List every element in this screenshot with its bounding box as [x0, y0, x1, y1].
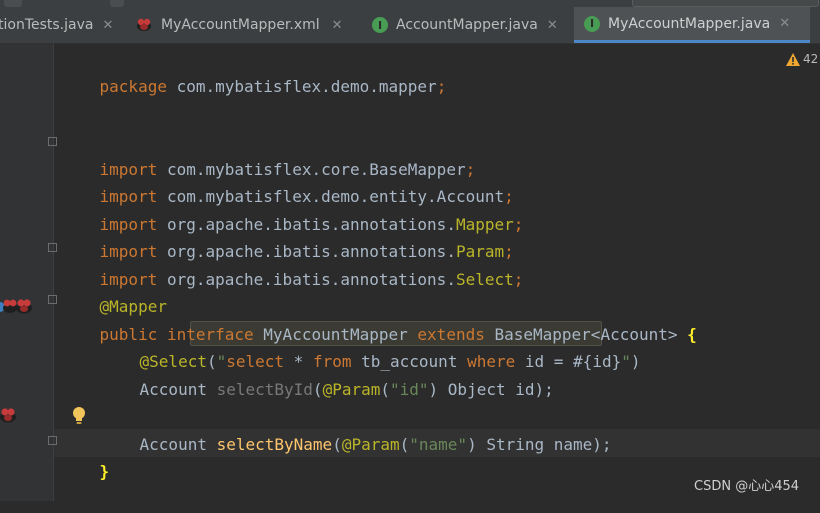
toolbar-fragment: [110, 0, 124, 7]
interface-icon: I: [372, 17, 388, 33]
code-line-method: Account selectByName(@Param("name") Stri…: [139, 434, 612, 454]
mybatis-bird-icon[interactable]: [12, 296, 36, 316]
warning-icon: [786, 52, 800, 66]
editor-gutter: [0, 44, 53, 501]
close-icon[interactable]: ✕: [102, 18, 113, 33]
interface-icon: I: [584, 15, 600, 32]
warning-count: 42: [803, 52, 819, 66]
fold-marker-icon[interactable]: [48, 137, 57, 146]
toolbar-fragment: [4, 0, 22, 7]
code-line-package: package com.mybatisflex.demo.mapper;: [99, 76, 447, 96]
close-icon[interactable]: ✕: [779, 16, 790, 31]
fold-marker-icon[interactable]: [48, 243, 57, 252]
inspection-warnings[interactable]: 42: [786, 52, 818, 66]
code-line-close-brace: }: [99, 461, 110, 481]
fold-marker-icon[interactable]: [48, 436, 57, 445]
csdn-watermark: CSDN @心心454: [694, 479, 800, 494]
fold-marker-icon[interactable]: [48, 295, 57, 304]
close-icon[interactable]: ✕: [547, 18, 558, 33]
code-editor[interactable]: package com.mybatisflex.demo.mapper; imp…: [61, 0, 697, 481]
search-box[interactable]: [632, 0, 819, 7]
tab-title: MyAccountMapper.xml: [161, 17, 320, 33]
tab-my-account-mapper-java[interactable]: I MyAccountMapper.java ✕: [574, 7, 810, 43]
tab-account-mapper-java[interactable]: I AccountMapper.java ✕: [362, 7, 574, 43]
close-icon[interactable]: ✕: [332, 18, 343, 33]
tab-title: MyAccountMapper.java: [608, 15, 771, 32]
mybatis-bird-icon: [137, 18, 151, 31]
tab-title: AccountMapper.java: [396, 17, 538, 33]
mybatis-bird-icon[interactable]: [0, 405, 20, 425]
tab-my-account-mapper-xml[interactable]: MyAccountMapper.xml ✕: [126, 7, 362, 43]
editor-tab-bar: tionTests.java ✕ MyAccountMapper.xml ✕ I…: [0, 7, 820, 44]
window-top-strip: [0, 0, 820, 7]
